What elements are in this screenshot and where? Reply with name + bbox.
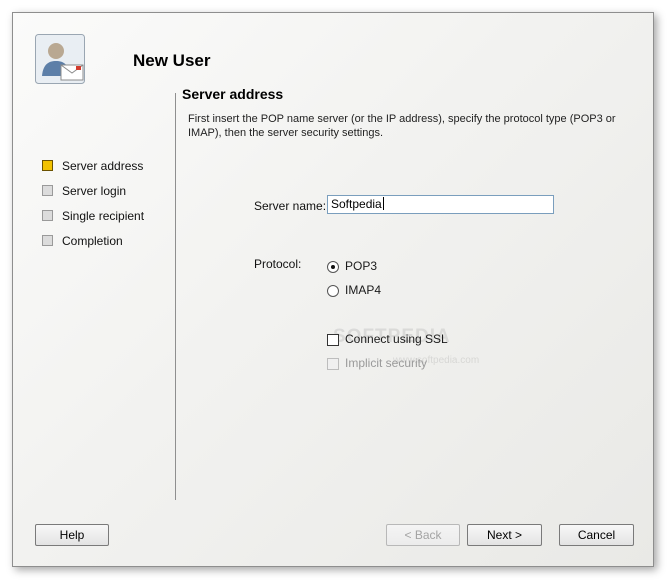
implicit-label: Implicit security — [345, 356, 428, 370]
step-label: Single recipient — [62, 209, 145, 223]
step-single-recipient: Single recipient — [41, 208, 144, 233]
user-mail-icon — [35, 34, 85, 84]
server-name-value: Softpedia — [331, 197, 382, 211]
active-step-icon — [42, 160, 53, 171]
step-completion: Completion — [41, 233, 144, 258]
back-button: < Back — [386, 524, 460, 546]
step-server-login: Server login — [41, 183, 144, 208]
new-user-wizard-window: New User Server address First insert the… — [12, 12, 654, 567]
text-caret — [382, 197, 384, 210]
wizard-steps: Server address Server login Single recip… — [41, 158, 144, 258]
help-button[interactable]: Help — [35, 524, 109, 546]
next-button[interactable]: Next > — [467, 524, 542, 546]
pending-step-icon — [42, 185, 53, 196]
checkbox-icon[interactable] — [327, 333, 339, 346]
radio-selected-icon[interactable] — [327, 260, 339, 273]
step-label: Completion — [62, 234, 123, 248]
sidebar-divider — [175, 93, 176, 500]
step-label: Server address — [62, 159, 144, 173]
cancel-button[interactable]: Cancel — [559, 524, 634, 546]
page-title: New User — [133, 51, 211, 70]
ssl-checkbox[interactable]: Connect using SSL — [327, 331, 448, 347]
checkbox-disabled-icon — [327, 357, 339, 370]
radio-label: IMAP4 — [345, 283, 382, 297]
section-description: First insert the POP name server (or the… — [188, 113, 616, 139]
pending-step-icon — [42, 235, 53, 246]
radio-unselected-icon[interactable] — [327, 284, 339, 297]
step-label: Server login — [62, 184, 127, 198]
ssl-label: Connect using SSL — [345, 332, 448, 346]
pending-step-icon — [42, 210, 53, 221]
step-server-address: Server address — [41, 158, 144, 183]
protocol-radio-pop3[interactable]: POP3 — [327, 258, 377, 274]
protocol-label: Protocol: — [254, 257, 302, 271]
section-title: Server address — [182, 86, 284, 102]
server-name-label: Server name: — [254, 199, 327, 213]
radio-label: POP3 — [345, 259, 378, 273]
protocol-radio-imap4[interactable]: IMAP4 — [327, 282, 381, 298]
server-name-input[interactable]: Softpedia — [327, 195, 554, 214]
implicit-security-checkbox: Implicit security — [327, 355, 427, 371]
